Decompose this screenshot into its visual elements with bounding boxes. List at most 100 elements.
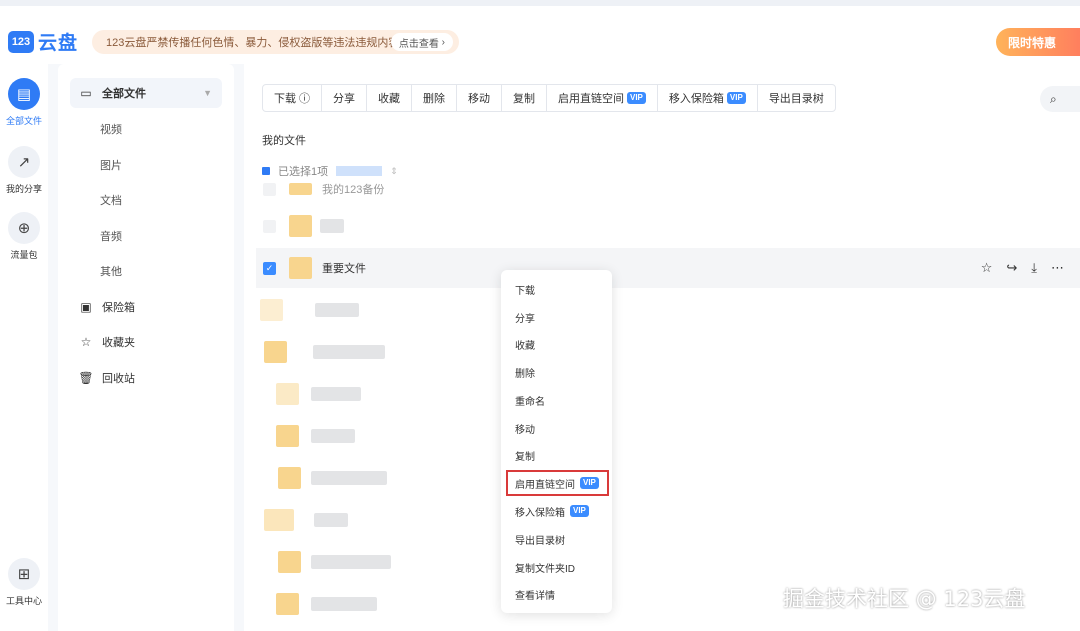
nav-images[interactable]: 图片 xyxy=(70,150,222,180)
ctx-move-to-vault[interactable]: 移入保险箱 VIP xyxy=(515,504,589,519)
notice-view-link[interactable]: 点击查看 › xyxy=(390,33,453,51)
ctx-download[interactable]: 下载 xyxy=(515,282,535,297)
share-icon[interactable]: ↪ xyxy=(1006,260,1017,276)
row-checkbox-checked[interactable]: ✓ xyxy=(263,261,276,275)
vip-badge: VIP xyxy=(580,477,599,489)
blurred-filename xyxy=(311,471,387,485)
folder-icon xyxy=(278,467,301,489)
download-button[interactable]: 下载 ⓘ xyxy=(263,85,322,111)
table-row[interactable] xyxy=(256,206,1080,246)
row-checkbox[interactable] xyxy=(263,219,276,233)
star-icon[interactable]: ☆ xyxy=(981,260,993,276)
vip-badge: VIP xyxy=(627,92,646,104)
info-icon: ⓘ xyxy=(299,93,310,105)
breadcrumb[interactable]: 我的文件 xyxy=(262,132,306,148)
vip-badge: VIP xyxy=(570,505,589,517)
share-icon: ↗ xyxy=(8,146,40,178)
folder-icon xyxy=(289,183,312,195)
notice-text: 123云盘严禁传播任何色情、暴力、侵权盗版等违法违规内容 xyxy=(106,37,400,49)
ctx-export-tree[interactable]: 导出目录树 xyxy=(515,532,565,547)
folder-icon xyxy=(289,215,312,237)
more-icon[interactable]: ⋯ xyxy=(1051,260,1064,276)
folder-icon xyxy=(289,257,312,279)
delete-button[interactable]: 删除 xyxy=(412,85,457,111)
share-button[interactable]: 分享 xyxy=(322,85,367,111)
ctx-copy-folder-id[interactable]: 复制文件夹ID xyxy=(515,560,575,575)
sort-icon[interactable]: ⇕ xyxy=(390,166,398,177)
table-row[interactable] xyxy=(256,542,1080,582)
ctx-details[interactable]: 查看详情 xyxy=(515,587,555,602)
ctx-share[interactable]: 分享 xyxy=(515,310,535,325)
blurred-filename xyxy=(315,303,359,317)
ctx-move[interactable]: 移动 xyxy=(515,421,535,436)
chevron-down-icon[interactable]: ▼ xyxy=(203,88,212,98)
folder-icon xyxy=(276,425,299,447)
nav-other[interactable]: 其他 xyxy=(70,256,222,286)
top-bar: 123 云盘 123云盘严禁传播任何色情、暴力、侵权盗版等违法违规内容 点击查看… xyxy=(0,0,1080,64)
logo-text: 云盘 xyxy=(38,33,79,54)
ctx-rename[interactable]: 重命名 xyxy=(515,393,545,408)
blurred-filename xyxy=(320,219,344,233)
export-tree-button[interactable]: 导出目录树 xyxy=(758,85,835,111)
rail-item-traffic[interactable]: ⊕ 流量包 xyxy=(0,212,48,261)
rail-item-tools[interactable]: ⊞ 工具中心 xyxy=(0,558,48,607)
folder-icon xyxy=(260,299,283,321)
table-row-selected[interactable]: ✓ 重要文件 ☆ ↪ ⤓ ⋯ xyxy=(256,248,1080,288)
move-button[interactable]: 移动 xyxy=(457,85,502,111)
nav-all-files[interactable]: ▭ 全部文件 ▼ xyxy=(70,78,222,108)
grid-icon: ⊞ xyxy=(8,558,40,590)
folder-icon: ▤ xyxy=(8,78,40,110)
file-main-panel: 下载 ⓘ 分享 收藏 删除 移动 复制 启用直链空间 VIP 移入保险箱 VIP 导出… xyxy=(244,64,1080,631)
left-rail: ▤ 全部文件 ↗ 我的分享 ⊕ 流量包 ⊞ 工具中心 xyxy=(0,64,48,631)
app-logo[interactable]: 123 云盘 xyxy=(8,28,78,55)
direct-link-button[interactable]: 启用直链空间 VIP xyxy=(547,85,658,111)
download-icon[interactable]: ⤓ xyxy=(1031,260,1037,276)
rail-item-all-files[interactable]: ▤ 全部文件 xyxy=(0,78,48,127)
nav-video[interactable]: 视频 xyxy=(70,114,222,144)
folder-outline-icon: ▭ xyxy=(80,86,92,100)
blurred-filename xyxy=(311,387,361,401)
selection-count: 已选择1项 xyxy=(278,166,329,178)
rail-item-my-share[interactable]: ↗ 我的分享 xyxy=(0,146,48,195)
promo-banner[interactable]: 限时特惠 xyxy=(996,28,1080,56)
logo-badge: 123 xyxy=(8,30,34,53)
row-checkbox[interactable] xyxy=(263,182,276,196)
nav-recycle[interactable]: 🗑 回收站 xyxy=(70,363,222,393)
star-icon: ☆ xyxy=(80,335,92,349)
action-toolbar: 下载 ⓘ 分享 收藏 删除 移动 复制 启用直链空间 VIP 移入保险箱 VIP 导出… xyxy=(262,84,836,112)
blurred-filename xyxy=(311,555,391,569)
ctx-delete[interactable]: 删除 xyxy=(515,365,535,380)
nav-favorites[interactable]: ☆ 收藏夹 xyxy=(70,327,222,357)
table-row[interactable] xyxy=(256,500,1080,540)
nav-vault[interactable]: ▣ 保险箱 xyxy=(70,292,222,322)
favorite-button[interactable]: 收藏 xyxy=(367,85,412,111)
table-row[interactable] xyxy=(256,290,1080,330)
context-menu: 下载 分享 收藏 删除 重命名 移动 复制 启用直链空间 VIP 移入保险箱 VIP… xyxy=(501,270,612,613)
notice-banner: 123云盘严禁传播任何色情、暴力、侵权盗版等违法违规内容 点击查看 › xyxy=(92,30,459,54)
table-row[interactable] xyxy=(256,332,1080,372)
search-input[interactable]: ⌕ xyxy=(1040,86,1080,112)
search-icon: ⌕ xyxy=(1050,91,1057,106)
ctx-direct-link[interactable]: 启用直链空间 VIP xyxy=(515,476,599,491)
selection-checkbox[interactable] xyxy=(262,167,270,175)
folder-icon xyxy=(276,593,299,615)
vip-badge: VIP xyxy=(726,92,746,104)
row-actions: ☆ ↪ ⤓ ⋯ xyxy=(981,260,1064,276)
file-name[interactable]: 重要文件 xyxy=(322,260,366,276)
blurred-filename xyxy=(311,597,377,611)
move-to-vault-button[interactable]: 移入保险箱 VIP xyxy=(658,85,758,111)
ctx-copy[interactable]: 复制 xyxy=(515,448,535,463)
nav-audio[interactable]: 音频 xyxy=(70,221,222,251)
ctx-favorite[interactable]: 收藏 xyxy=(515,337,535,352)
nav-docs[interactable]: 文档 xyxy=(70,185,222,215)
file-category-nav: ▭ 全部文件 ▼ 视频 图片 文档 音频 其他 ▣ 保险箱 ☆ 收藏夹 🗑 回收… xyxy=(58,64,234,631)
safe-icon: ▣ xyxy=(80,300,92,314)
folder-icon xyxy=(264,341,287,363)
selection-status: 已选择1项 ⇕ xyxy=(262,164,398,178)
table-row[interactable] xyxy=(256,374,1080,414)
selection-bar xyxy=(336,166,383,176)
table-row[interactable]: 我的123备份 xyxy=(256,180,1080,198)
copy-button[interactable]: 复制 xyxy=(502,85,547,111)
table-row[interactable] xyxy=(256,458,1080,498)
table-row[interactable] xyxy=(256,416,1080,456)
